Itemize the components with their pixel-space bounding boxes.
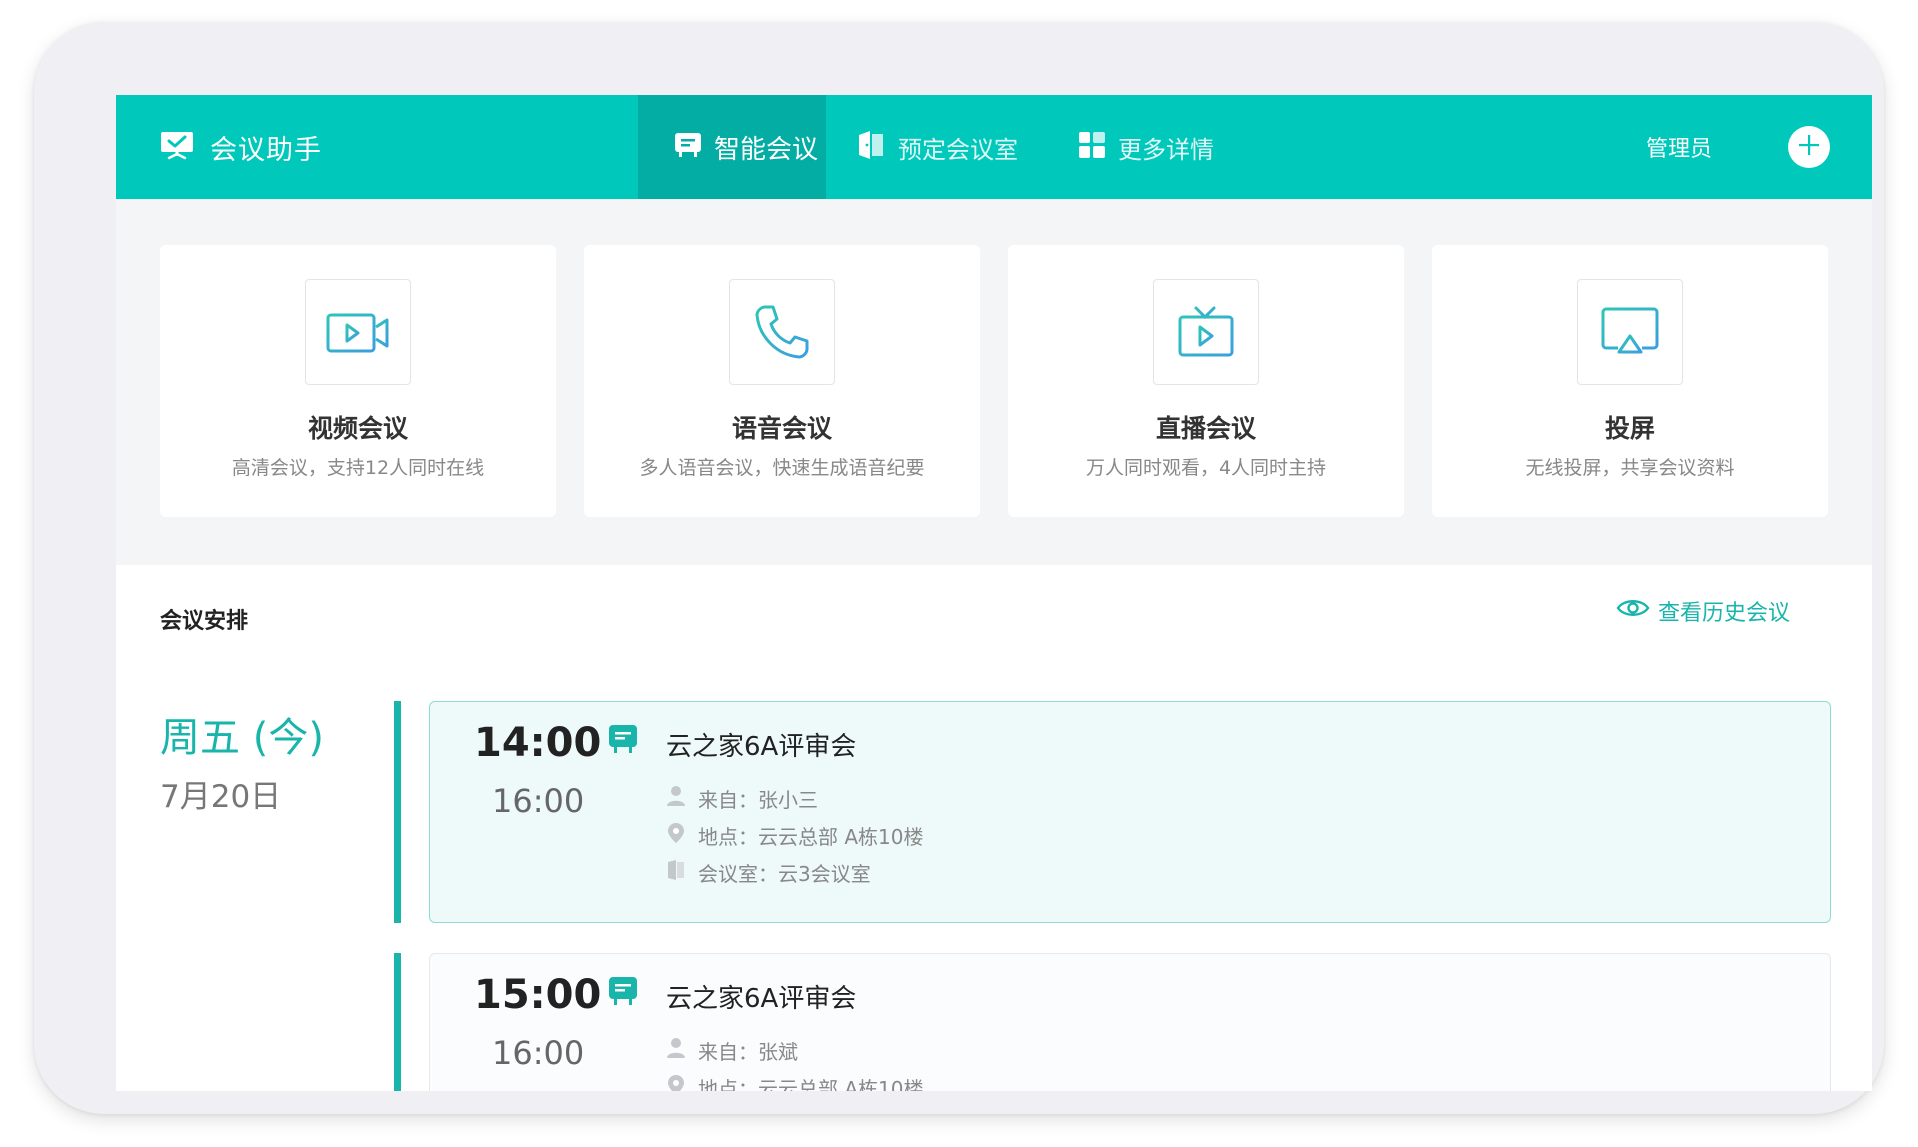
grid-icon [1078,131,1106,163]
feature-title: 视频会议 [307,414,408,443]
tab-label: 预定会议室 [898,135,1018,164]
feature-title: 直播会议 [1155,414,1256,443]
feature-desc: 多人语音会议，快速生成语音纪要 [639,457,925,479]
tab-book-room[interactable]: 预定会议室 [856,95,1018,199]
add-button[interactable] [1788,126,1830,168]
eye-icon [1616,597,1650,625]
meeting-card[interactable]: 15:00 16:00 云之家6A评审会 来自：张斌 地点：云云总部 A栋10楼 [429,953,1831,1091]
door-icon [856,130,886,164]
plus-icon [1798,134,1820,160]
feature-desc: 高清会议，支持12人同时在线 [231,457,485,479]
tab-more-details[interactable]: 更多详情 [1078,95,1214,199]
tab-label: 更多详情 [1118,135,1214,164]
meeting-organizer: 来自：张斌 [666,1036,798,1065]
meeting-location-label: 地点：云云总部 A栋10楼 [698,825,924,849]
view-history-link[interactable]: 查看历史会议 [1616,595,1790,627]
day-name: 周五 (今) [160,715,324,761]
feature-cards-area: 视频会议 高清会议，支持12人同时在线 语音会议 多人语音会议，快速生成语音纪要 [116,199,1872,565]
live-tv-icon [1153,279,1259,385]
video-camera-icon [305,279,411,385]
meeting-organizer-label: 来自：张小三 [698,788,818,812]
feature-title: 投屏 [1604,414,1655,443]
feature-title: 语音会议 [731,414,832,443]
app-screen: 会议助手 智能会议 预定会议室 更多详情 管理员 视频会议 高清会议，支持12人… [116,95,1872,1091]
meeting-location: 地点：云云总部 A栋10楼 [666,821,924,850]
meeting-location: 地点：云云总部 A栋10楼 [666,1073,924,1091]
tab-smart-meeting[interactable]: 智能会议 [638,95,826,199]
meeting-title: 云之家6A评审会 [666,984,857,1014]
meeting-start-time: 14:00 [474,720,602,766]
meeting-start-time: 15:00 [474,972,602,1018]
meeting-room-label: 会议室：云3会议室 [698,862,871,886]
location-pin-icon [666,1074,686,1091]
meeting-chat-icon [674,131,702,163]
day-date: 7月20日 [160,779,282,815]
tab-label: 智能会议 [714,134,819,165]
history-link-label: 查看历史会议 [1658,601,1791,626]
top-nav-bar: 会议助手 智能会议 预定会议室 更多详情 管理员 [116,95,1872,199]
schedule-title: 会议安排 [160,609,249,634]
feature-desc: 无线投屏，共享会议资料 [1525,457,1735,479]
feature-card-video[interactable]: 视频会议 高清会议，支持12人同时在线 [160,245,556,517]
airplay-icon [1577,279,1683,385]
admin-user-label[interactable]: 管理员 [1646,95,1712,199]
meeting-organizer-label: 来自：张斌 [698,1040,798,1064]
door-icon [666,859,686,886]
location-pin-icon [666,822,686,849]
meeting-card[interactable]: 14:00 16:00 云之家6A评审会 来自：张小三 地点：云云总部 A栋10… [429,701,1831,923]
feature-card-voice[interactable]: 语音会议 多人语音会议，快速生成语音纪要 [584,245,980,517]
meeting-title: 云之家6A评审会 [666,732,857,762]
phone-icon [729,279,835,385]
person-icon [666,785,686,812]
feature-card-screencast[interactable]: 投屏 无线投屏，共享会议资料 [1432,245,1828,517]
feature-desc: 万人同时观看，4人同时主持 [1085,457,1327,479]
person-icon [666,1037,686,1064]
app-title: 会议助手 [210,134,322,166]
presentation-check-icon [160,130,194,164]
meeting-end-time: 16:00 [492,782,585,820]
meeting-room: 会议室：云3会议室 [666,858,871,887]
meeting-chat-icon [608,976,638,1012]
timeline-bar [394,701,401,923]
meeting-organizer: 来自：张小三 [666,784,818,813]
tablet-frame: 会议助手 智能会议 预定会议室 更多详情 管理员 视频会议 高清会议，支持12人… [34,22,1884,1114]
feature-card-live[interactable]: 直播会议 万人同时观看，4人同时主持 [1008,245,1404,517]
meeting-location-label: 地点：云云总部 A栋10楼 [698,1077,924,1091]
meeting-chat-icon [608,724,638,760]
timeline-bar [394,953,401,1091]
app-brand: 会议助手 [160,95,322,199]
meeting-end-time: 16:00 [492,1034,585,1072]
